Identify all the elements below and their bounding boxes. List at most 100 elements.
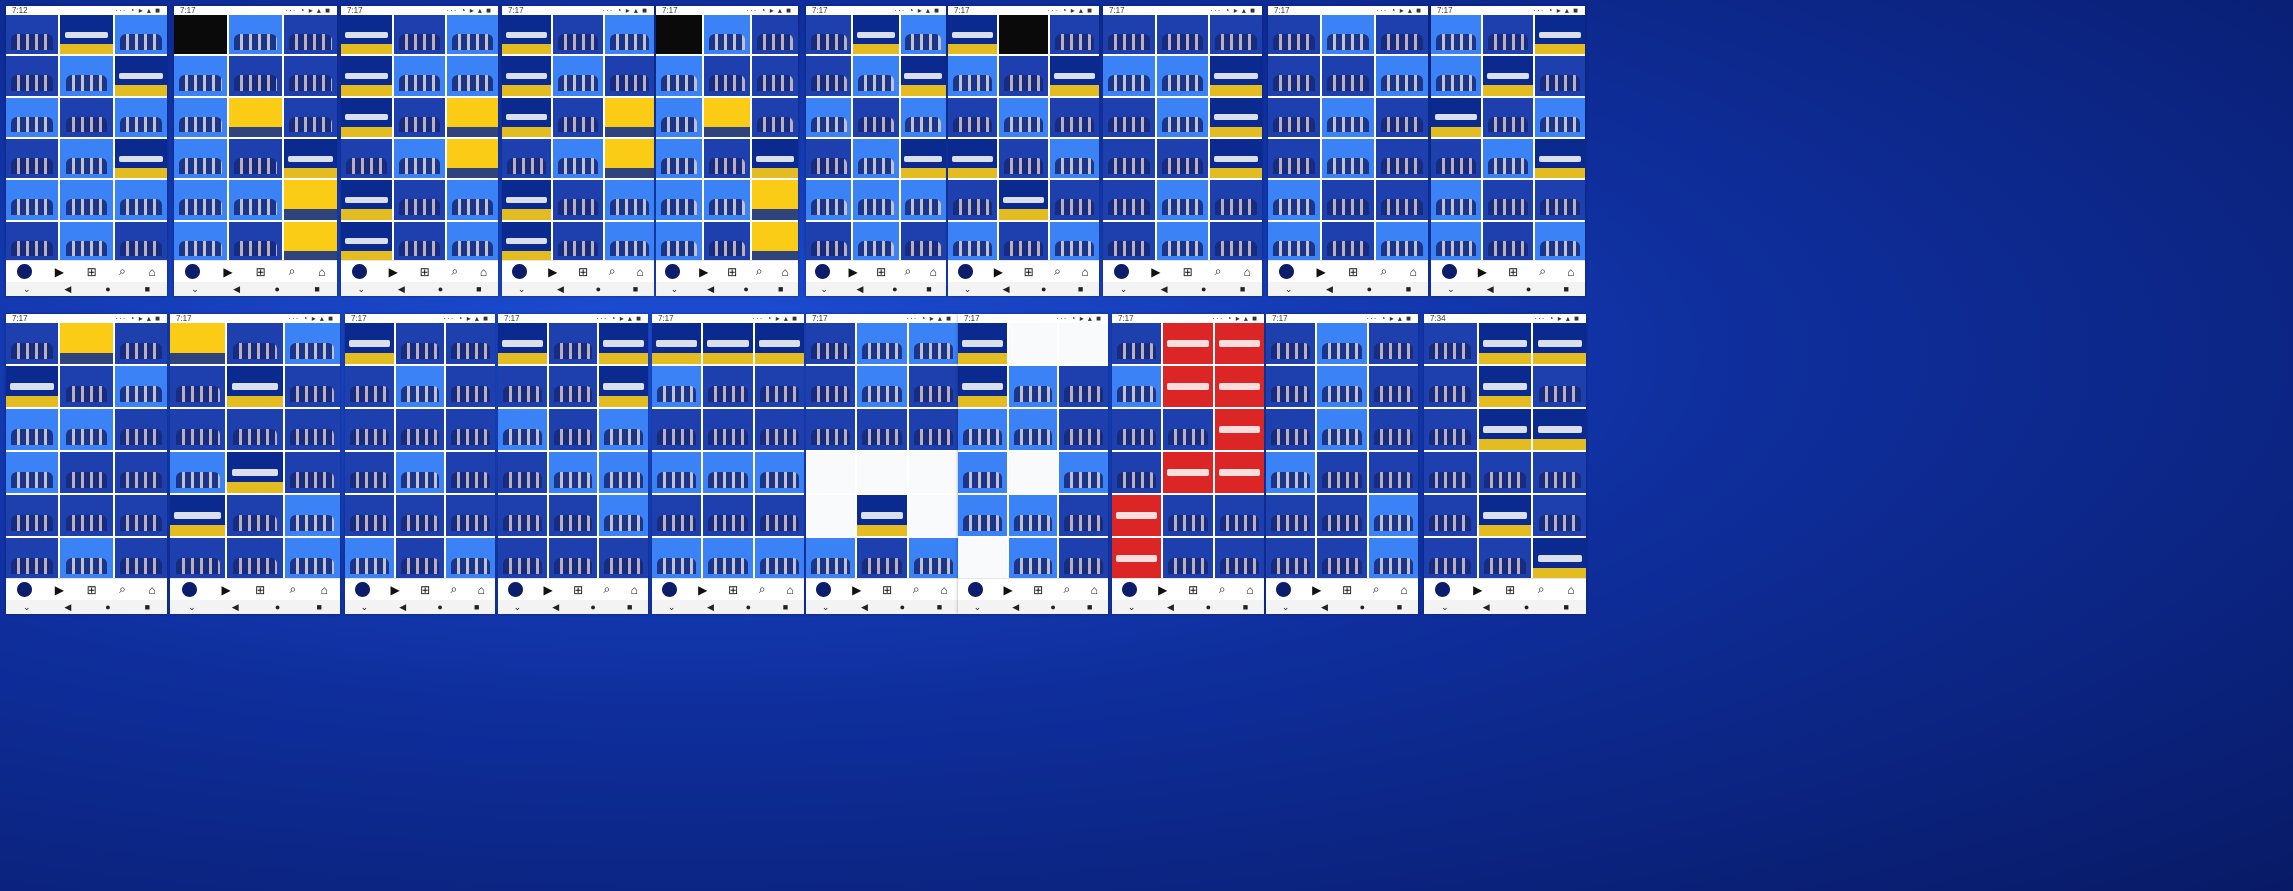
post-thumbnail[interactable]: [1210, 180, 1262, 220]
post-thumbnail[interactable]: [284, 495, 340, 536]
post-thumbnail[interactable]: [447, 180, 498, 220]
post-thumbnail[interactable]: [1214, 538, 1264, 579]
post-thumbnail[interactable]: [341, 221, 392, 261]
post-thumbnail[interactable]: [1266, 323, 1316, 364]
create-icon[interactable]: ⊞: [573, 583, 583, 597]
search-icon[interactable]: ⌕: [609, 264, 616, 279]
search-icon[interactable]: ⌕: [451, 582, 458, 597]
home-button-icon[interactable]: ●: [590, 602, 595, 612]
post-thumbnail[interactable]: [60, 409, 113, 450]
post-thumbnail[interactable]: [1431, 97, 1481, 137]
recents-icon[interactable]: ■: [145, 284, 150, 294]
post-thumbnail[interactable]: [948, 180, 997, 220]
home-icon[interactable]: ⌂: [480, 265, 487, 279]
post-thumbnail[interactable]: [1266, 495, 1316, 536]
back-icon[interactable]: ◀: [1012, 602, 1019, 613]
post-thumbnail[interactable]: [1483, 56, 1533, 96]
post-thumbnail[interactable]: [447, 15, 498, 55]
post-thumbnail[interactable]: [1478, 366, 1532, 407]
post-thumbnail[interactable]: [704, 97, 750, 137]
post-thumbnail[interactable]: [1268, 97, 1320, 137]
search-icon[interactable]: ⌕: [451, 264, 458, 279]
post-thumbnail[interactable]: [853, 56, 899, 96]
post-thumbnail[interactable]: [1059, 452, 1108, 493]
post-thumbnail[interactable]: [394, 97, 445, 137]
post-thumbnail[interactable]: [1322, 180, 1374, 220]
post-thumbnail[interactable]: [447, 97, 498, 137]
reels-icon[interactable]: ▶: [1158, 583, 1167, 597]
post-thumbnail[interactable]: [1533, 366, 1586, 407]
recents-icon[interactable]: ■: [1087, 602, 1092, 612]
post-thumbnail[interactable]: [395, 409, 445, 450]
post-thumbnail[interactable]: [754, 366, 804, 407]
post-thumbnail[interactable]: [1156, 180, 1209, 220]
post-thumbnail[interactable]: [806, 409, 856, 450]
create-icon[interactable]: ⊞: [1024, 265, 1034, 279]
post-thumbnail[interactable]: [1156, 56, 1209, 96]
post-thumbnail[interactable]: [1533, 495, 1586, 536]
post-thumbnail[interactable]: [1424, 495, 1477, 536]
collapse-icon[interactable]: ⌄: [974, 602, 982, 613]
post-thumbnail[interactable]: [752, 15, 798, 55]
post-thumbnail[interactable]: [999, 56, 1048, 96]
post-thumbnail[interactable]: [345, 495, 394, 536]
post-thumbnail[interactable]: [857, 323, 907, 364]
recents-icon[interactable]: ■: [1243, 602, 1248, 612]
post-thumbnail[interactable]: [114, 538, 167, 579]
post-thumbnail[interactable]: [227, 323, 283, 364]
post-thumbnail[interactable]: [1478, 495, 1532, 536]
post-thumbnail[interactable]: [1210, 15, 1262, 55]
post-thumbnail[interactable]: [806, 452, 856, 493]
post-thumbnail[interactable]: [395, 323, 445, 364]
post-thumbnail[interactable]: [1483, 138, 1533, 179]
create-icon[interactable]: ⊞: [1342, 583, 1352, 597]
post-thumbnail[interactable]: [806, 180, 852, 220]
post-thumbnail[interactable]: [446, 409, 495, 450]
post-thumbnail[interactable]: [502, 15, 552, 55]
post-thumbnail[interactable]: [114, 180, 167, 220]
post-thumbnail[interactable]: [853, 97, 899, 137]
post-thumbnail[interactable]: [752, 180, 798, 220]
post-thumbnail[interactable]: [170, 538, 226, 579]
search-icon[interactable]: ⌕: [1054, 264, 1061, 279]
search-icon[interactable]: ⌕: [290, 582, 297, 597]
post-thumbnail[interactable]: [900, 97, 946, 137]
profile-avatar-icon[interactable]: [17, 582, 33, 597]
post-thumbnail[interactable]: [857, 495, 907, 536]
create-icon[interactable]: ⊞: [1508, 265, 1518, 279]
post-thumbnail[interactable]: [656, 221, 702, 261]
home-icon[interactable]: ⌂: [148, 583, 155, 597]
post-thumbnail[interactable]: [1322, 138, 1374, 179]
post-thumbnail[interactable]: [1368, 409, 1418, 450]
post-thumbnail[interactable]: [1483, 97, 1533, 137]
post-thumbnail[interactable]: [1424, 366, 1477, 407]
search-icon[interactable]: ⌕: [119, 264, 126, 279]
post-thumbnail[interactable]: [1376, 138, 1428, 179]
post-thumbnail[interactable]: [284, 452, 340, 493]
post-thumbnail[interactable]: [1268, 138, 1320, 179]
post-thumbnail[interactable]: [553, 180, 603, 220]
post-thumbnail[interactable]: [6, 97, 59, 137]
profile-avatar-icon[interactable]: [351, 264, 367, 279]
post-thumbnail[interactable]: [1163, 452, 1213, 493]
post-thumbnail[interactable]: [1424, 409, 1477, 450]
create-icon[interactable]: ⊞: [87, 583, 97, 597]
back-icon[interactable]: ◀: [557, 284, 564, 295]
post-thumbnail[interactable]: [170, 409, 226, 450]
post-thumbnail[interactable]: [754, 495, 804, 536]
home-button-icon[interactable]: ●: [437, 602, 442, 612]
post-thumbnail[interactable]: [703, 495, 753, 536]
post-thumbnail[interactable]: [60, 15, 113, 55]
back-icon[interactable]: ◀: [232, 602, 239, 613]
reels-icon[interactable]: ▶: [1151, 265, 1160, 279]
search-icon[interactable]: ⌕: [759, 582, 766, 597]
post-thumbnail[interactable]: [806, 138, 852, 179]
create-icon[interactable]: ⊞: [420, 583, 430, 597]
post-thumbnail[interactable]: [553, 97, 603, 137]
post-thumbnail[interactable]: [345, 409, 394, 450]
back-icon[interactable]: ◀: [1161, 284, 1168, 295]
create-icon[interactable]: ⊞: [882, 583, 892, 597]
post-thumbnail[interactable]: [1156, 97, 1209, 137]
post-thumbnail[interactable]: [446, 366, 495, 407]
post-thumbnail[interactable]: [548, 495, 598, 536]
